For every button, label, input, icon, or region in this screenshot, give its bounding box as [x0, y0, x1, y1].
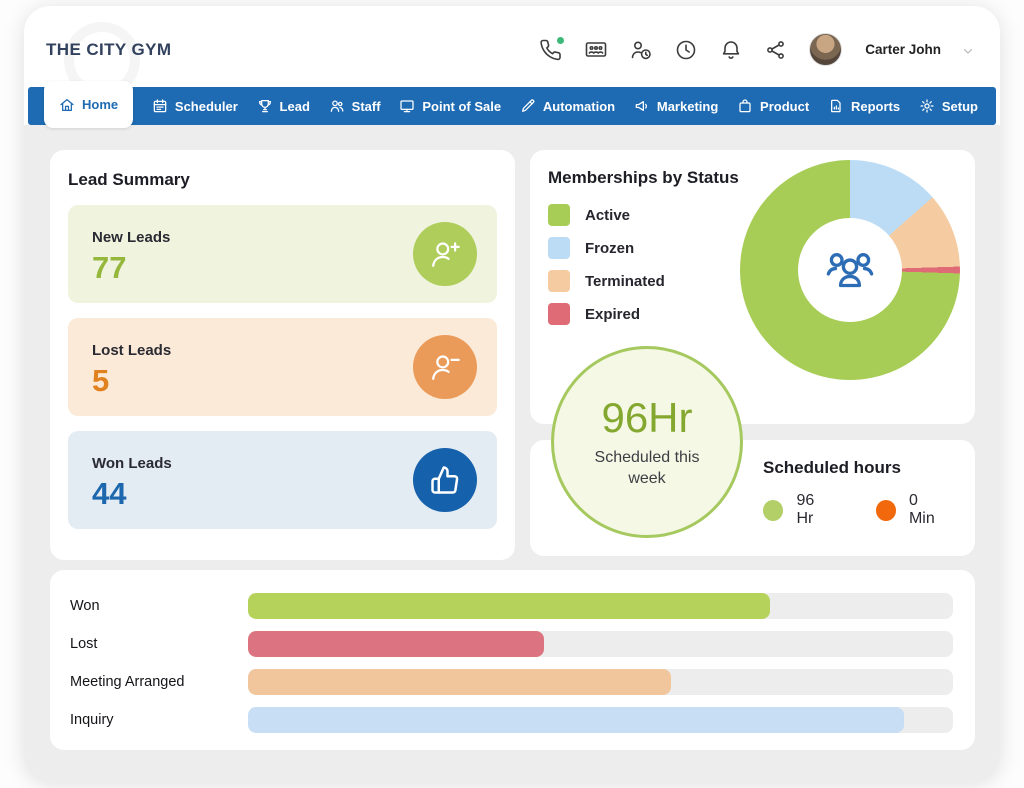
won-bar-track: [248, 593, 953, 619]
minutes-dot: [876, 500, 896, 521]
active-swatch: [548, 204, 570, 226]
lead-pipeline-card: Won Lost Meeting Arranged Inquiry: [50, 570, 975, 750]
legend-item-frozen: Frozen: [548, 237, 718, 259]
tab-automation[interactable]: Automation: [520, 98, 615, 114]
inquiry-bar-track: [248, 707, 953, 733]
memberships-legend: Active Frozen Terminated Expired: [548, 204, 718, 325]
meeting-arranged-bar: [248, 669, 671, 695]
people-group-icon: [798, 218, 902, 322]
lead-summary-card: Lead Summary New Leads 77 Lost Leads 5 W…: [50, 150, 515, 560]
tab-marketing[interactable]: Marketing: [634, 98, 718, 114]
terminated-swatch: [548, 270, 570, 292]
people-icon: [329, 98, 345, 114]
home-icon: [59, 97, 75, 113]
memberships-donut: [740, 160, 960, 380]
won-leads-tile[interactable]: Won Leads 44: [68, 431, 497, 529]
trophy-icon: [257, 98, 273, 114]
tab-point-of-sale[interactable]: Point of Sale: [399, 98, 501, 114]
expired-swatch: [548, 303, 570, 325]
gear-icon: [919, 98, 935, 114]
bar-row-lost: Lost: [70, 625, 953, 663]
new-leads-tile[interactable]: New Leads 77: [68, 205, 497, 303]
megaphone-icon: [634, 98, 650, 114]
lost-bar: [248, 631, 544, 657]
phone-icon[interactable]: [539, 38, 563, 62]
chevron-down-icon[interactable]: [962, 44, 974, 56]
person-minus-icon: [413, 335, 477, 399]
lead-summary-title: Lead Summary: [68, 170, 497, 190]
person-plus-icon: [413, 222, 477, 286]
online-status-dot: [557, 37, 564, 44]
tab-lead[interactable]: Lead: [257, 98, 310, 114]
meeting-arranged-bar-track: [248, 669, 953, 695]
lost-leads-tile[interactable]: Lost Leads 5: [68, 318, 497, 416]
bar-row-meeting-arranged: Meeting Arranged: [70, 663, 953, 701]
header-actions: Carter John: [539, 33, 974, 66]
app-window: THE CITY GYM Carter John: [24, 6, 1000, 782]
scheduled-week-value: 96Hr: [601, 394, 692, 442]
bar-row-won: Won: [70, 587, 953, 625]
user-clock-icon[interactable]: [629, 38, 653, 62]
tab-product[interactable]: Product: [737, 98, 809, 114]
scheduled-week-label: Scheduled this week: [577, 448, 717, 490]
report-icon: [828, 98, 844, 114]
package-icon: [737, 98, 753, 114]
header: THE CITY GYM Carter John: [24, 6, 1000, 87]
tab-reports[interactable]: Reports: [828, 98, 900, 114]
bell-icon[interactable]: [719, 38, 743, 62]
won-bar: [248, 593, 770, 619]
content-area: Lead Summary New Leads 77 Lost Leads 5 W…: [24, 125, 1000, 782]
tab-scheduler[interactable]: Scheduler: [152, 98, 238, 114]
pencil-icon: [520, 98, 536, 114]
inquiry-bar: [248, 707, 904, 733]
legend-item-terminated: Terminated: [548, 270, 718, 292]
scheduled-hours-legend: 96 Hr 0 Min: [763, 492, 975, 528]
tab-home[interactable]: Home: [44, 81, 133, 128]
frozen-swatch: [548, 237, 570, 259]
avatar[interactable]: [809, 33, 842, 66]
scheduled-hours-title: Scheduled hours: [763, 458, 975, 478]
scheduled-week-badge: 96Hr Scheduled this week: [551, 346, 743, 538]
legend-item-active: Active: [548, 204, 718, 226]
bar-row-inquiry: Inquiry: [70, 701, 953, 739]
monitor-icon: [399, 98, 415, 114]
brand-logo: THE CITY GYM: [46, 40, 171, 60]
hours-dot: [763, 500, 783, 521]
lost-bar-track: [248, 631, 953, 657]
thumbs-up-icon: [413, 448, 477, 512]
user-name[interactable]: Carter John: [865, 42, 941, 57]
tab-setup[interactable]: Setup: [919, 98, 978, 114]
share-icon[interactable]: [764, 38, 788, 62]
screen-people-icon[interactable]: [584, 38, 608, 62]
main-nav: Home Scheduler Lead Staff Point of Sale …: [28, 87, 996, 125]
tab-staff[interactable]: Staff: [329, 98, 381, 114]
legend-item-expired: Expired: [548, 303, 718, 325]
clock-icon[interactable]: [674, 38, 698, 62]
calendar-icon: [152, 98, 168, 114]
